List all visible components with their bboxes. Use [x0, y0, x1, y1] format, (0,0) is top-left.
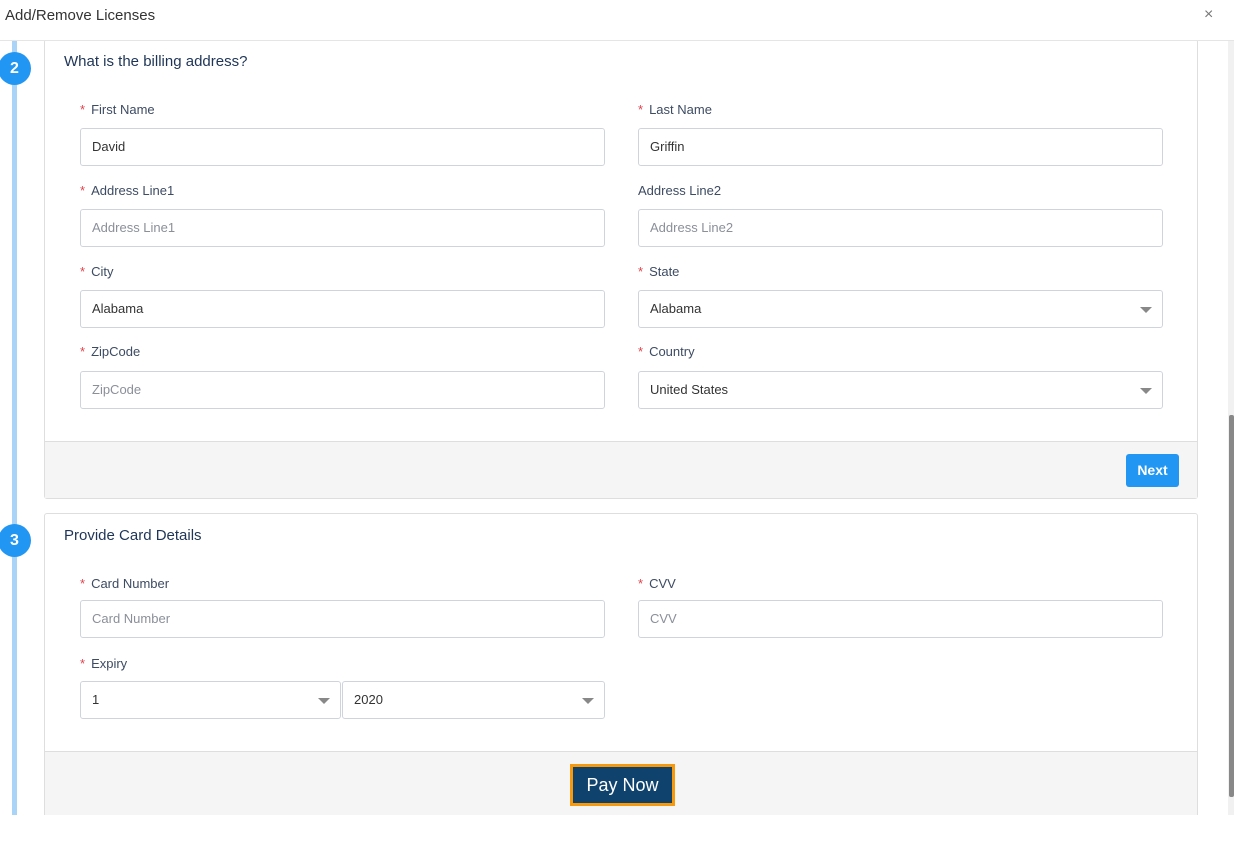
address-line2-label: Address Line2: [638, 183, 722, 198]
card-footer: Next: [45, 441, 1197, 498]
chevron-down-icon: [1140, 307, 1152, 313]
address-line2-input[interactable]: Address Line2: [638, 209, 1163, 247]
scrollbar-thumb[interactable]: [1229, 415, 1234, 797]
state-select[interactable]: Alabama: [638, 290, 1163, 328]
state-label: * State: [638, 264, 680, 279]
step-connector: [12, 41, 17, 815]
expiry-month-select[interactable]: 1: [80, 681, 341, 719]
pay-now-button[interactable]: Pay Now: [570, 764, 675, 806]
zipcode-label: * ZipCode: [80, 344, 141, 359]
first-name-label: * First Name: [80, 102, 155, 117]
cvv-input[interactable]: CVV: [638, 600, 1163, 638]
expiry-label: * Expiry: [80, 656, 128, 671]
card-footer: Pay Now: [45, 751, 1197, 815]
address-line1-input[interactable]: Address Line1: [80, 209, 605, 247]
billing-address-card: What is the billing address? * First Name…: [44, 41, 1198, 499]
scrollbar[interactable]: [1228, 41, 1234, 815]
country-select[interactable]: United States: [638, 371, 1163, 409]
card-number-label: * Card Number: [80, 576, 170, 591]
zipcode-input[interactable]: ZipCode: [80, 371, 605, 409]
dialog-title: Add/Remove Licenses: [5, 7, 156, 24]
section-heading: What is the billing address?: [64, 53, 248, 70]
city-label: * City: [80, 264, 114, 279]
dialog-header: Add/Remove Licenses ×: [0, 0, 1234, 41]
first-name-input[interactable]: David: [80, 128, 605, 166]
city-input[interactable]: Alabama: [80, 290, 605, 328]
chevron-down-icon: [582, 698, 594, 704]
close-icon[interactable]: ×: [1204, 6, 1213, 24]
address-line1-label: * Address Line1: [80, 183, 175, 198]
country-label: * Country: [638, 344, 695, 359]
cvv-label: * CVV: [638, 576, 676, 591]
expiry-year-select[interactable]: 2020: [342, 681, 605, 719]
next-button[interactable]: Next: [1126, 454, 1179, 487]
chevron-down-icon: [318, 698, 330, 704]
card-number-input[interactable]: Card Number: [80, 600, 605, 638]
card-details-card: Provide Card Details * Card Number Card N…: [44, 513, 1198, 815]
last-name-input[interactable]: Griffin: [638, 128, 1163, 166]
dialog-body: 2 3 What is the billing address? * First …: [0, 41, 1228, 815]
section-heading: Provide Card Details: [64, 527, 202, 544]
step-2-badge: 2: [0, 52, 31, 85]
chevron-down-icon: [1140, 388, 1152, 394]
step-3-badge: 3: [0, 524, 31, 557]
last-name-label: * Last Name: [638, 102, 712, 117]
